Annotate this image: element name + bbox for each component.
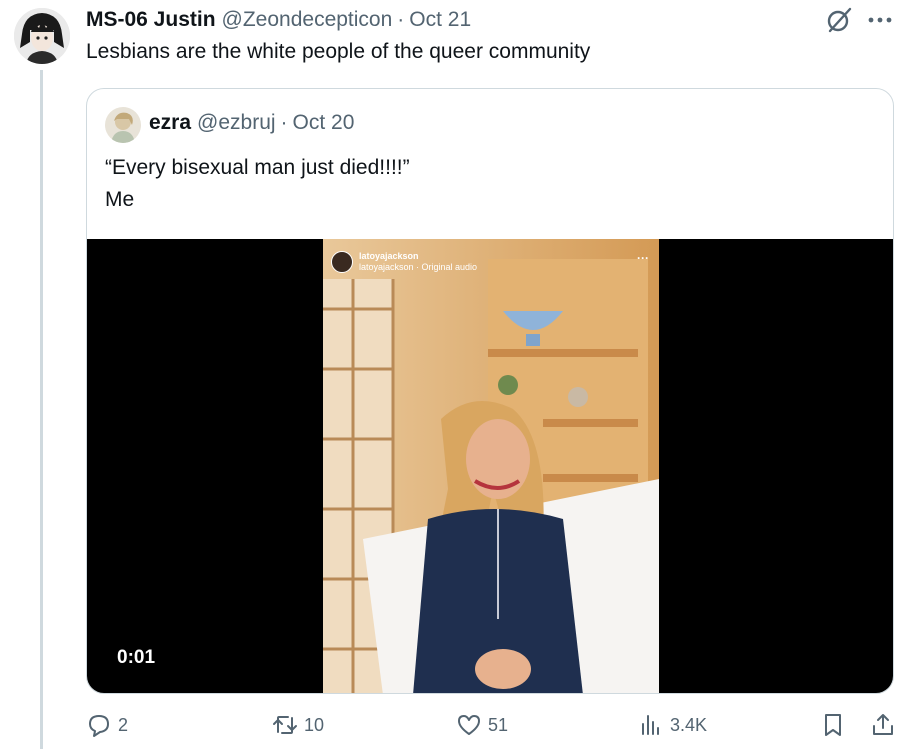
separator: · xyxy=(397,8,405,31)
repost-button[interactable]: 10 xyxy=(272,712,324,738)
reply-button[interactable]: 2 xyxy=(86,712,128,738)
retweet-icon xyxy=(273,716,297,734)
like-icon xyxy=(458,715,480,735)
reply-count: 2 xyxy=(118,714,129,735)
thread-line xyxy=(40,70,43,749)
overlay-audio: latoyajackson · Original audio xyxy=(359,262,478,272)
quote-author-handle[interactable]: @ezbruj xyxy=(197,111,276,135)
bookmark-icon xyxy=(825,714,841,736)
overlay-more-icon: ··· xyxy=(637,251,649,265)
share-button[interactable] xyxy=(870,712,896,738)
video-player[interactable]: latoyajackson latoyajackson · Original a… xyxy=(87,239,893,693)
quote-date[interactable]: Oct 20 xyxy=(293,111,355,135)
separator: · xyxy=(280,111,288,134)
quote-tweet-card[interactable]: ezra @ezbruj · Oct 20 “Every bisexual ma… xyxy=(86,88,894,694)
avatar[interactable] xyxy=(14,8,70,64)
more-icon[interactable] xyxy=(865,6,895,34)
grok-icon[interactable] xyxy=(825,6,853,34)
avatar-image xyxy=(14,8,70,64)
quote-author-name[interactable]: ezra xyxy=(149,111,191,135)
video-frame: latoyajackson latoyajackson · Original a… xyxy=(323,239,659,693)
video-still-image xyxy=(323,239,659,693)
author-name[interactable]: MS-06 Justin xyxy=(86,8,216,32)
instagram-overlay: latoyajackson latoyajackson · Original a… xyxy=(331,251,477,273)
overlay-username: latoyajackson xyxy=(359,251,419,261)
action-bar: 2 10 51 3.4K xyxy=(86,712,898,744)
like-button[interactable]: 51 xyxy=(456,712,508,738)
views-button[interactable]: 3.4K xyxy=(638,712,707,738)
quote-text: “Every bisexual man just died!!!!” Me xyxy=(105,156,410,211)
reply-icon xyxy=(89,715,109,737)
author-handle[interactable]: @Zeondecepticon xyxy=(222,8,393,32)
quote-header: ezra @ezbruj · Oct 20 xyxy=(149,111,354,135)
tweet-date[interactable]: Oct 21 xyxy=(409,8,471,32)
like-count: 51 xyxy=(488,714,509,735)
share-icon xyxy=(873,714,893,735)
overlay-avatar xyxy=(331,251,353,273)
quote-avatar[interactable] xyxy=(105,107,141,143)
views-icon xyxy=(642,715,659,735)
views-count: 3.4K xyxy=(670,714,708,735)
video-timestamp: 0:01 xyxy=(117,647,156,668)
repost-count: 10 xyxy=(304,714,325,735)
tweet-text: Lesbians are the white people of the que… xyxy=(86,40,591,63)
bookmark-button[interactable] xyxy=(820,712,846,738)
tweet-header: MS-06 Justin @Zeondecepticon · Oct 21 xyxy=(86,6,895,34)
